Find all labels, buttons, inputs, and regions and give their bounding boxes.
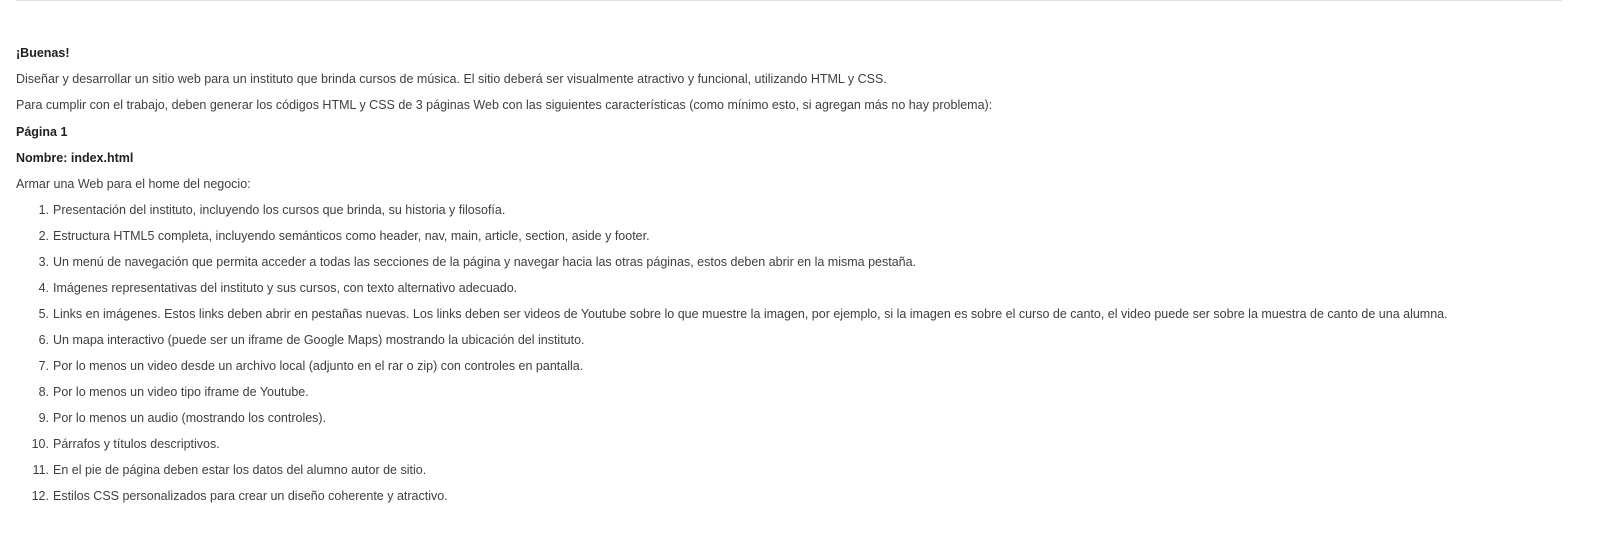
list-item: 7. Por lo menos un video desde un archivo… [16,359,1586,385]
list-item: 5. Links en imágenes. Estos links deben a… [16,307,1586,333]
list-item: 2. Estructura HTML5 completa, incluyendo … [16,229,1586,255]
list-number: 3. [38,255,49,270]
page-description: Armar una Web para el home del negocio: [16,176,251,191]
list-text: Presentación del instituto, incluyendo l… [53,203,506,218]
page-name: Nombre: index.html [16,150,134,165]
list-text: Por lo menos un video desde un archivo l… [53,359,584,374]
top-divider [16,0,1562,1]
list-number: 10. [31,437,49,452]
list-text: Un menú de navegación que permita accede… [53,255,917,270]
list-text: Estructura HTML5 completa, incluyendo se… [53,229,650,244]
intro-paragraph: Diseñar y desarrollar un sitio web para … [16,72,887,87]
assignment-content: ¡Buenas! Diseñar y desarrollar un sitio … [16,46,1586,515]
list-text: Párrafos y títulos descriptivos. [53,437,220,452]
list-item: 4. Imágenes representativas del instituto… [16,281,1586,307]
greeting: ¡Buenas! [16,46,70,60]
list-number: 8. [38,385,49,400]
list-number: 4. [38,281,49,296]
requirements-list: 1. Presentación del instituto, incluyendo… [16,203,1586,515]
list-number: 7. [38,359,49,374]
page-heading: Página 1 [16,124,68,139]
list-number: 2. [38,229,49,244]
list-number: 12. [31,489,49,504]
list-text: Por lo menos un audio (mostrando los con… [53,411,327,426]
list-text: En el pie de página deben estar los dato… [53,463,427,478]
list-item: 12. Estilos CSS personalizados para crear… [16,489,1586,515]
list-number: 1. [38,203,49,218]
list-item: 6. Un mapa interactivo (puede ser un ifra… [16,333,1586,359]
list-text: Estilos CSS personalizados para crear un… [53,489,448,504]
list-text: Por lo menos un video tipo iframe de You… [53,385,309,400]
list-number: 5. [38,307,49,322]
instructions-paragraph: Para cumplir con el trabajo, deben gener… [16,98,993,113]
list-item: 3. Un menú de navegación que permita acce… [16,255,1586,281]
list-item: 1. Presentación del instituto, incluyendo… [16,203,1586,229]
list-number: 9. [38,411,49,426]
list-item: 10. Párrafos y títulos descriptivos. [16,437,1586,463]
list-number: 6. [38,333,49,348]
list-item: 9. Por lo menos un audio (mostrando los c… [16,411,1586,437]
list-number: 11. [32,463,49,478]
list-item: 8. Por lo menos un video tipo iframe de Y… [16,385,1586,411]
list-text: Links en imágenes. Estos links deben abr… [53,307,1448,322]
list-text: Imágenes representativas del instituto y… [53,281,518,296]
list-item: 11. En el pie de página deben estar los d… [16,463,1586,489]
list-text: Un mapa interactivo (puede ser un iframe… [53,333,585,348]
